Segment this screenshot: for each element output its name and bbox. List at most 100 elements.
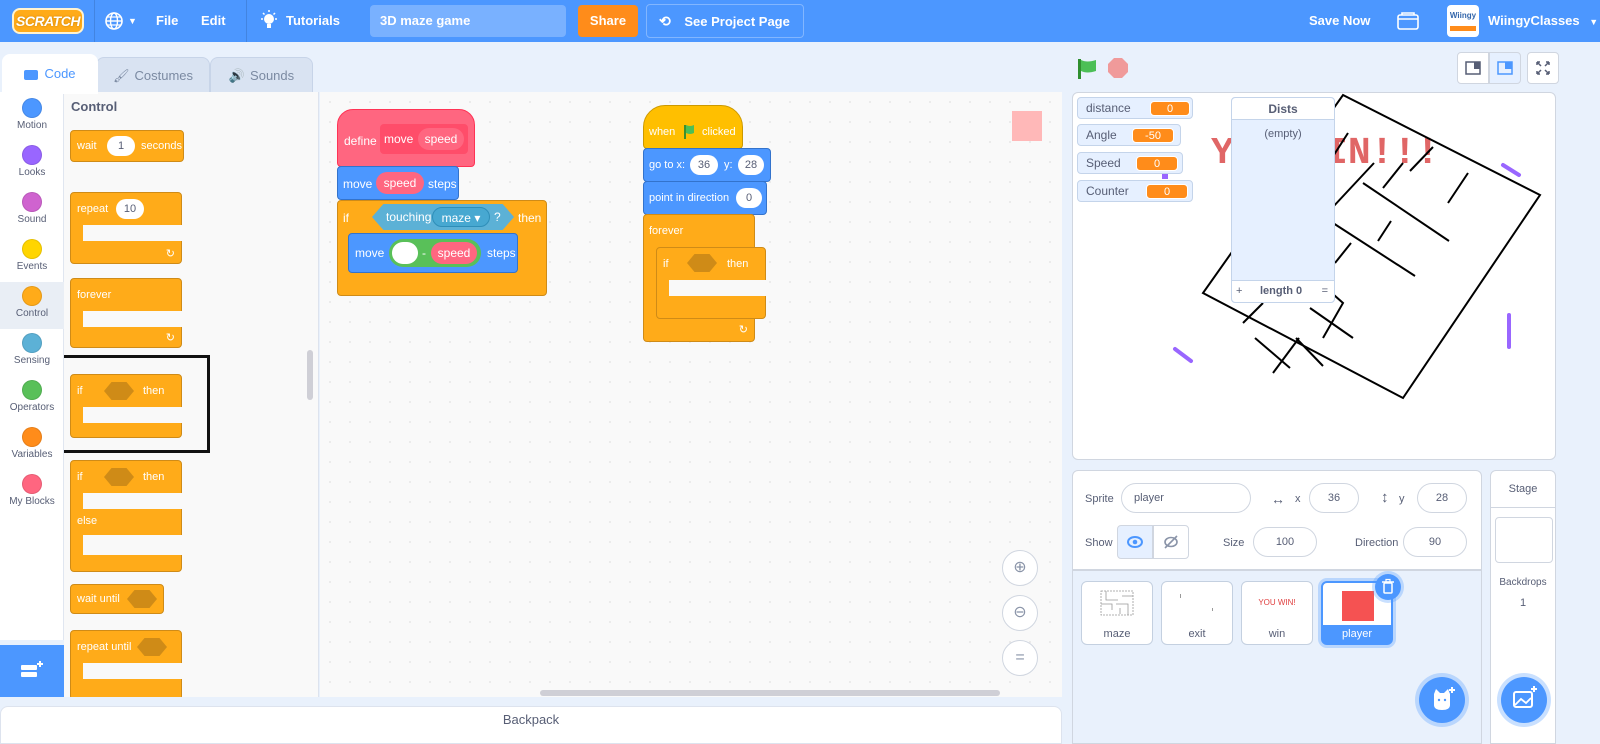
wait-seconds-input[interactable]: 1: [107, 136, 135, 156]
custom-block-prototype[interactable]: move speed: [380, 124, 468, 154]
speed-reporter[interactable]: speed: [376, 172, 424, 194]
sprite-tile-win[interactable]: YOU WIN! win: [1241, 581, 1313, 645]
touching-target-dropdown[interactable]: maze ▾: [432, 207, 490, 227]
category-sound[interactable]: Sound: [0, 188, 64, 235]
touching-condition[interactable]: touching maze ▾ ?: [372, 204, 514, 230]
variable-monitor-speed[interactable]: Speed 0: [1077, 152, 1183, 174]
category-operators[interactable]: Operators: [0, 376, 64, 423]
sprite-tile-maze[interactable]: maze: [1081, 581, 1153, 645]
tab-code[interactable]: Code: [2, 54, 98, 94]
boolean-slot[interactable]: [127, 590, 157, 608]
my-stuff-button[interactable]: [1397, 0, 1421, 42]
block-move-steps[interactable]: move speed steps: [337, 166, 459, 200]
block-if-then-nested[interactable]: if then: [656, 247, 767, 319]
scratch-logo[interactable]: SCRATCH: [12, 8, 84, 34]
tab-sounds[interactable]: 🔊 Sounds: [210, 57, 313, 93]
speed-reporter[interactable]: speed: [431, 242, 477, 264]
block-forever[interactable]: forever if then ↻: [643, 214, 767, 342]
script-area[interactable]: define move speed move speed steps if to…: [320, 92, 1062, 697]
list-add-button[interactable]: +: [1236, 281, 1242, 301]
block-repeat[interactable]: repeat 10 ↻: [70, 192, 183, 264]
delete-sprite-button[interactable]: [1375, 574, 1401, 600]
block-forever[interactable]: forever ↻: [70, 278, 183, 348]
choose-sprite-button[interactable]: [1419, 677, 1465, 723]
zoom-out-button[interactable]: ⊖: [1002, 595, 1038, 631]
see-project-page-button[interactable]: ⟲ See Project Page: [646, 4, 804, 38]
category-motion[interactable]: Motion: [0, 94, 64, 141]
size-input[interactable]: 100: [1253, 527, 1317, 557]
project-title-input[interactable]: 3D maze game: [370, 5, 566, 37]
hide-sprite-button[interactable]: [1153, 525, 1189, 559]
repeat-count-input[interactable]: 10: [116, 199, 144, 219]
variable-monitor-angle[interactable]: Angle -50: [1077, 124, 1181, 146]
edit-menu[interactable]: Edit: [201, 0, 226, 42]
list-monitor-dists[interactable]: Dists (empty) + length 0 =: [1231, 97, 1335, 303]
block-move-steps-nested[interactable]: move - speed steps: [348, 233, 518, 273]
loop-arrow-icon: ↻: [165, 332, 175, 344]
block-when-flag-clicked[interactable]: when clicked: [643, 105, 743, 149]
tab-costumes[interactable]: 🖌 Costumes: [96, 57, 210, 93]
tutorials-button[interactable]: Tutorials: [260, 0, 350, 42]
block-if-then[interactable]: if then: [70, 374, 183, 438]
y-position-input[interactable]: 28: [1417, 483, 1467, 513]
variable-monitor-counter[interactable]: Counter 0: [1077, 180, 1193, 202]
direction-input[interactable]: 90: [1403, 527, 1467, 557]
category-looks[interactable]: Looks: [0, 141, 64, 188]
save-now-button[interactable]: Save Now: [1309, 0, 1370, 42]
zoom-in-button[interactable]: ⊕: [1002, 550, 1038, 586]
stop-button[interactable]: [1108, 58, 1128, 78]
list-resize-handle[interactable]: =: [1322, 281, 1328, 301]
block-point-in-direction[interactable]: point in direction 0: [643, 181, 767, 215]
backpack[interactable]: Backpack: [0, 706, 1062, 744]
language-menu[interactable]: ▼: [104, 0, 140, 42]
avatar[interactable]: Wiingy: [1447, 5, 1479, 37]
boolean-slot[interactable]: [137, 638, 167, 656]
boolean-slot[interactable]: [104, 382, 134, 400]
avatar-text: Wiingy: [1449, 11, 1477, 20]
block-define-move[interactable]: define move speed: [337, 109, 475, 167]
empty-number-input[interactable]: [392, 242, 418, 264]
block-wait-seconds[interactable]: wait 1 seconds: [70, 130, 184, 162]
green-flag-button[interactable]: [1076, 58, 1098, 80]
block-wait-until[interactable]: wait until: [70, 584, 164, 614]
account-menu[interactable]: WiingyClasses ▼: [1488, 0, 1598, 42]
stage-selector[interactable]: Stage Backdrops 1: [1490, 470, 1556, 744]
y-input[interactable]: 28: [738, 155, 764, 175]
boolean-slot[interactable]: [104, 468, 134, 486]
block-go-to-xy[interactable]: go to x: 36 y: 28: [643, 148, 771, 182]
subtract-operator[interactable]: - speed: [389, 239, 481, 267]
file-menu[interactable]: File: [156, 0, 178, 42]
share-button[interactable]: Share: [578, 5, 638, 37]
block-repeat-until[interactable]: repeat until: [70, 630, 183, 697]
operators-dot-icon: [22, 380, 42, 400]
category-sensing[interactable]: Sensing: [0, 329, 64, 376]
large-stage-button[interactable]: [1489, 52, 1521, 84]
speed-parameter[interactable]: speed: [418, 128, 464, 150]
boolean-slot[interactable]: [687, 254, 717, 272]
folder-icon: [1397, 12, 1419, 30]
direction-input[interactable]: 0: [736, 188, 762, 208]
variable-monitor-distance[interactable]: distance 0: [1077, 97, 1193, 119]
show-sprite-button[interactable]: [1117, 525, 1153, 559]
sprite-name-input[interactable]: player: [1121, 483, 1251, 513]
category-my-blocks[interactable]: My Blocks: [0, 470, 64, 517]
fullscreen-button[interactable]: [1527, 52, 1559, 84]
stage-canvas[interactable]: YOU WIN!!! distance0 Angle-50 Speed0 Co: [1072, 92, 1556, 460]
category-control[interactable]: Control: [0, 282, 64, 329]
block-if-touching[interactable]: if touching maze ▾ ? then move - speed s…: [337, 200, 547, 296]
sprite-tile-exit[interactable]: exit: [1161, 581, 1233, 645]
block-if-then-else[interactable]: if then else: [70, 460, 183, 572]
add-extension-button[interactable]: [0, 645, 64, 697]
x-position-input[interactable]: 36: [1309, 483, 1359, 513]
palette-scrollbar[interactable]: [307, 350, 313, 400]
small-stage-button[interactable]: [1457, 52, 1489, 84]
zoom-reset-button[interactable]: =: [1002, 640, 1038, 676]
x-input[interactable]: 36: [690, 155, 718, 175]
backdrop-thumbnail: [1495, 517, 1553, 563]
category-variables[interactable]: Variables: [0, 423, 64, 470]
choose-backdrop-button[interactable]: [1501, 677, 1547, 723]
c-mouth: [83, 407, 183, 423]
category-events[interactable]: Events: [0, 235, 64, 282]
x-label: x: [1295, 493, 1301, 505]
script-area-scrollbar[interactable]: [540, 690, 1000, 696]
